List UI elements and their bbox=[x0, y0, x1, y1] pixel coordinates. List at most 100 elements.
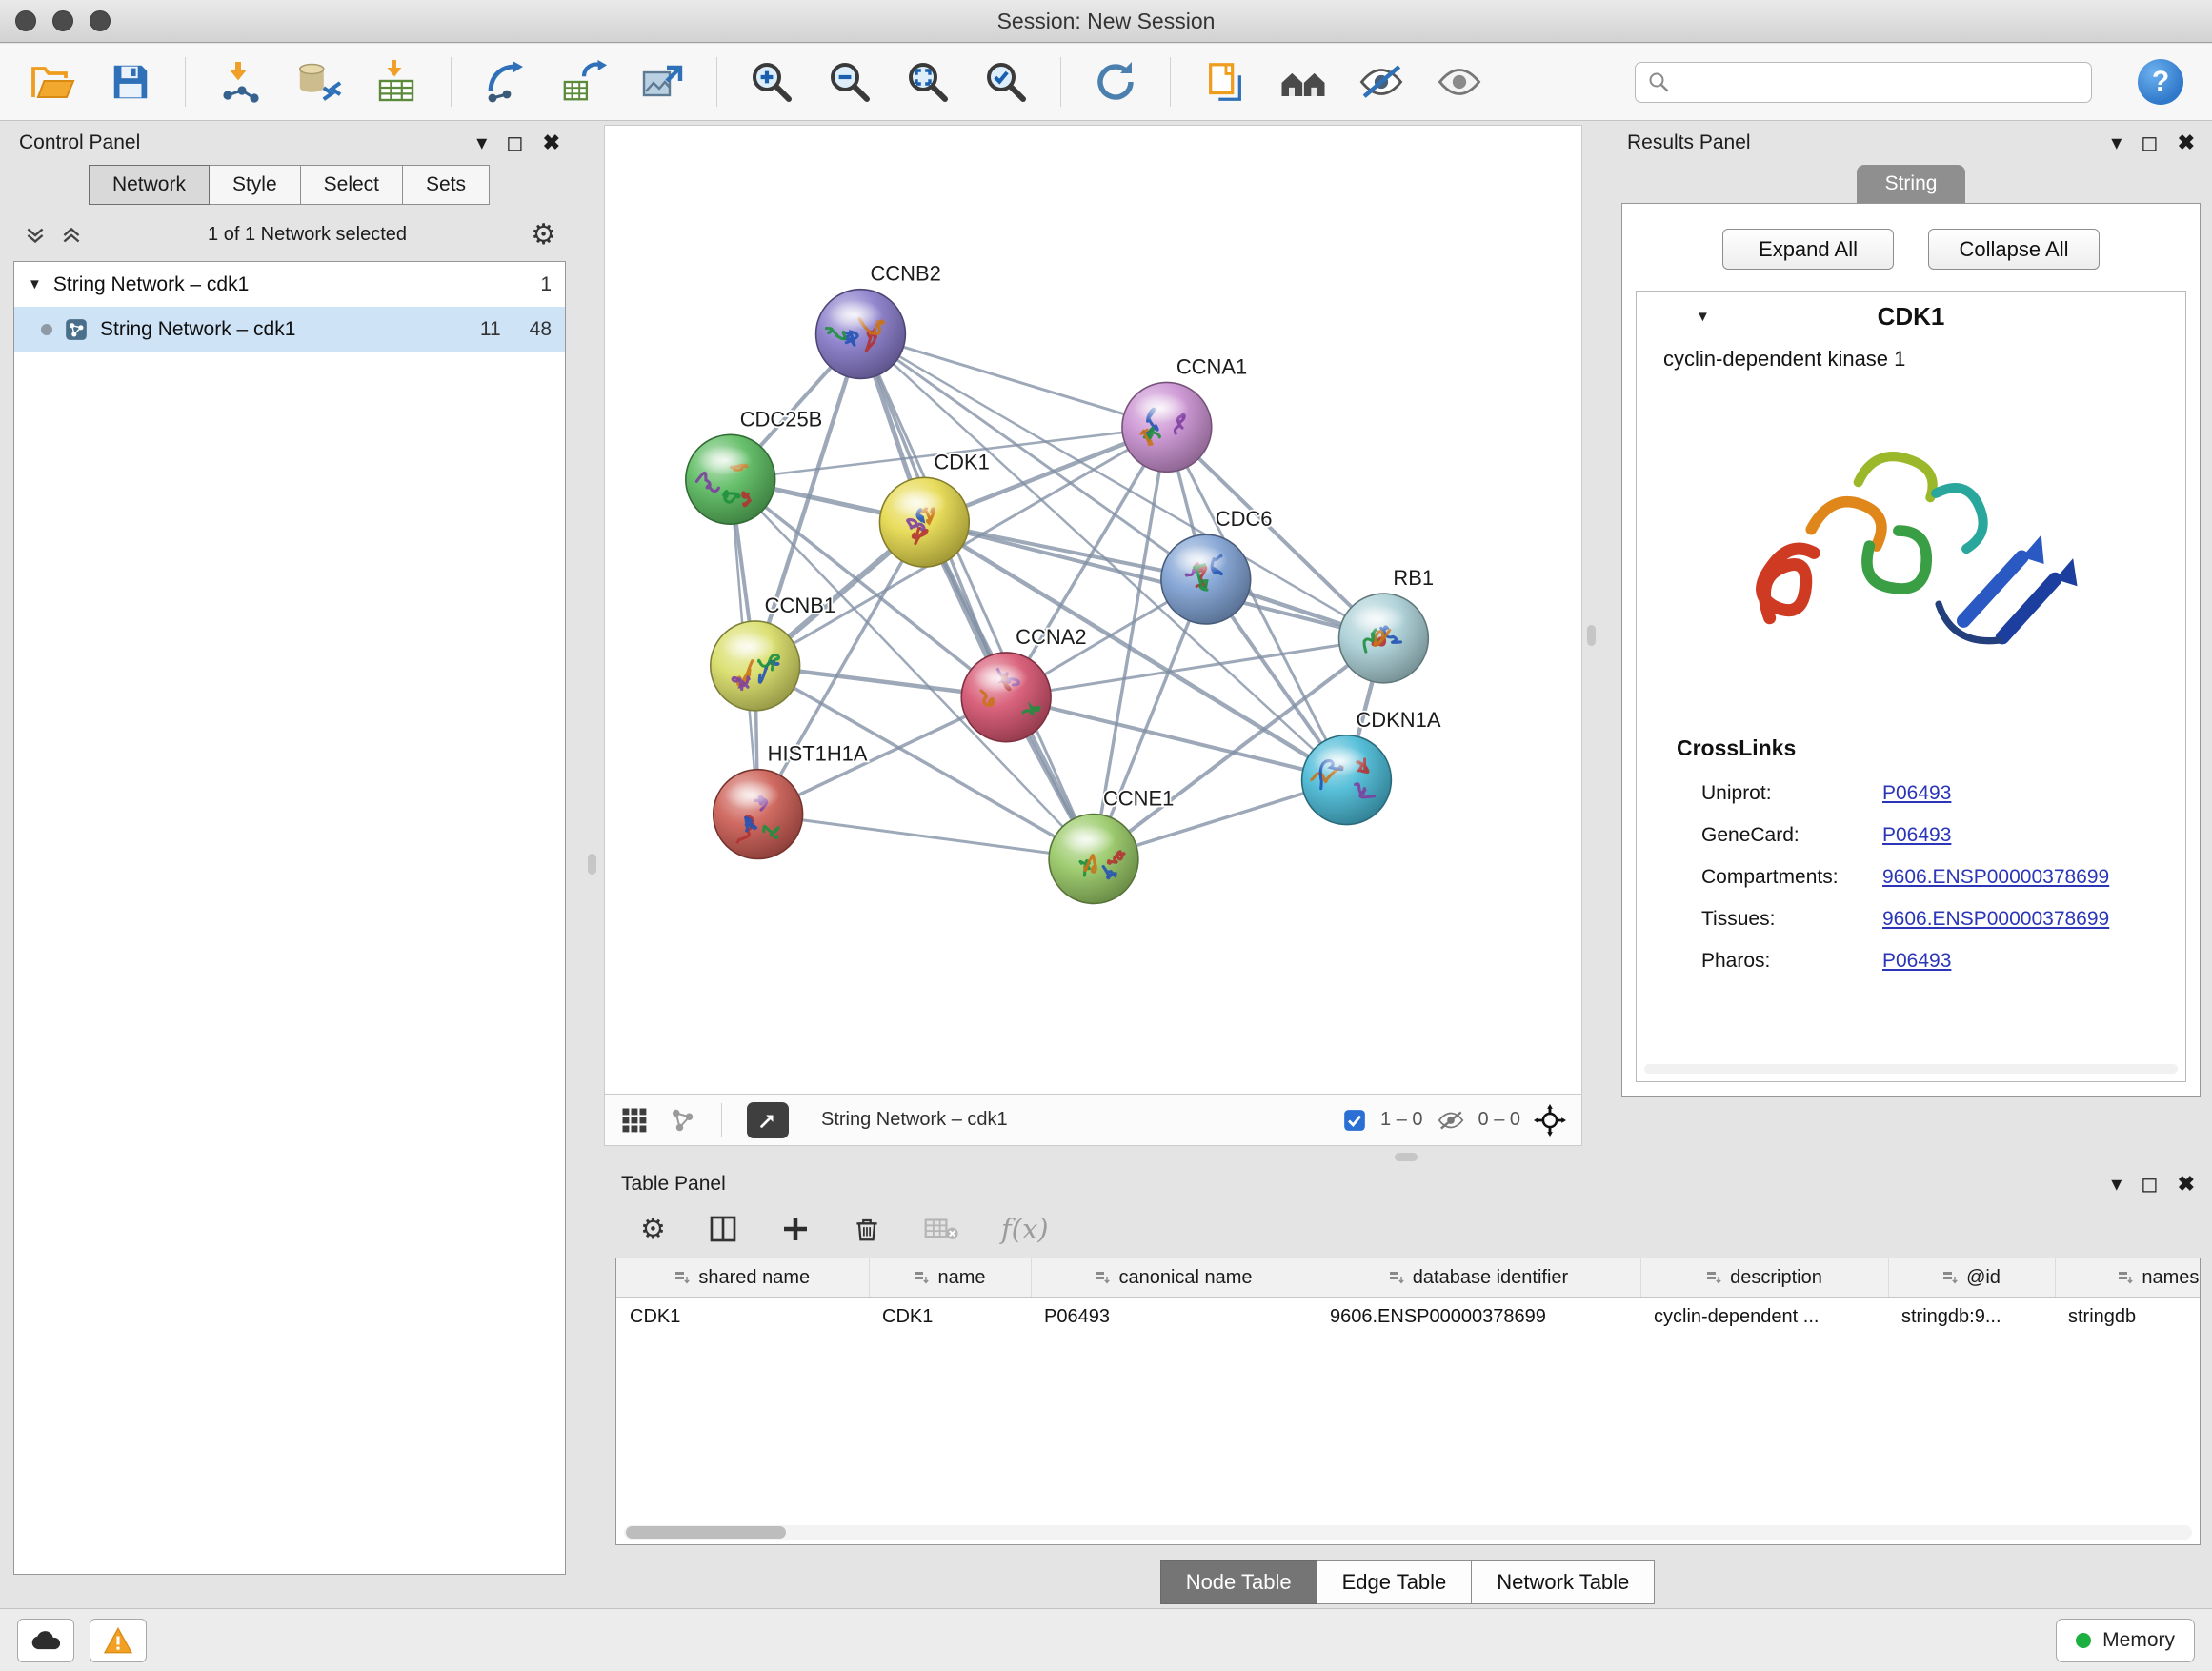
network-node-CDC25B[interactable]: CDC25B bbox=[686, 407, 822, 524]
crosslink-link[interactable]: P06493 bbox=[1882, 950, 1951, 973]
hide-graphics-details-icon[interactable] bbox=[1357, 58, 1405, 106]
copy-document-icon[interactable] bbox=[1201, 58, 1249, 106]
import-network-from-file-icon[interactable] bbox=[216, 58, 264, 106]
panel-close-icon[interactable]: ✖ bbox=[2178, 1174, 2195, 1195]
grid-view-icon[interactable] bbox=[620, 1106, 649, 1135]
node-table[interactable]: shared name name canonical name database… bbox=[615, 1258, 2201, 1545]
tree-expand-icon[interactable]: ▼ bbox=[28, 276, 42, 292]
panel-menu-icon[interactable]: ▾ bbox=[476, 132, 487, 153]
column-header[interactable]: database identifier bbox=[1317, 1258, 1640, 1298]
zoom-in-icon[interactable] bbox=[748, 58, 795, 106]
cell-id[interactable]: stringdb:9... bbox=[1888, 1298, 2055, 1337]
cell-description[interactable]: cyclin-dependent ... bbox=[1640, 1298, 1888, 1337]
close-window-button[interactable] bbox=[15, 10, 36, 31]
panel-float-icon[interactable]: ◻ bbox=[506, 132, 523, 153]
crosslink-link[interactable]: P06493 bbox=[1882, 824, 1951, 847]
tab-network[interactable]: Network bbox=[89, 165, 210, 205]
birds-eye-view-button[interactable] bbox=[747, 1102, 789, 1138]
cell-canonical-name[interactable]: P06493 bbox=[1031, 1298, 1317, 1337]
show-graphics-details-icon[interactable] bbox=[1436, 58, 1483, 106]
hidden-eye-slash-icon[interactable] bbox=[1437, 1108, 1465, 1133]
export-image-icon[interactable] bbox=[638, 58, 686, 106]
splitter-handle-bottom[interactable] bbox=[1395, 1153, 1418, 1161]
collapse-all-icon[interactable] bbox=[23, 223, 48, 248]
tab-node-table[interactable]: Node Table bbox=[1160, 1560, 1317, 1604]
crosslink-link[interactable]: 9606.ENSP00000378699 bbox=[1882, 908, 2109, 931]
toolbar-search[interactable] bbox=[1635, 62, 2092, 103]
network-node-CCNA1[interactable]: CCNA1 bbox=[1122, 354, 1247, 472]
show-columns-icon[interactable] bbox=[708, 1214, 738, 1244]
warnings-button[interactable] bbox=[90, 1619, 147, 1662]
minimize-window-button[interactable] bbox=[52, 10, 73, 31]
network-node-HIST1H1A[interactable]: HIST1H1A bbox=[714, 742, 868, 859]
refresh-icon[interactable] bbox=[1092, 58, 1139, 106]
import-table-from-file-icon[interactable] bbox=[372, 58, 420, 106]
network-view-icon[interactable] bbox=[668, 1106, 696, 1135]
table-settings-gear-icon[interactable]: ⚙ bbox=[640, 1213, 666, 1246]
panel-close-icon[interactable]: ✖ bbox=[543, 132, 560, 153]
network-node-CCNB2[interactable]: CCNB2 bbox=[816, 262, 941, 379]
tab-edge-table[interactable]: Edge Table bbox=[1317, 1560, 1473, 1604]
horizontal-scrollbar[interactable] bbox=[1644, 1064, 2178, 1074]
zoom-out-icon[interactable] bbox=[826, 58, 874, 106]
column-header[interactable]: @id bbox=[1888, 1258, 2055, 1298]
collapse-section-icon[interactable]: ▼ bbox=[1696, 309, 1710, 325]
network-node-RB1[interactable]: RB1 bbox=[1338, 566, 1434, 683]
table-horizontal-scrollbar[interactable] bbox=[624, 1525, 2192, 1540]
gear-icon[interactable]: ⚙ bbox=[531, 218, 556, 252]
search-input[interactable] bbox=[1679, 71, 2080, 93]
clone-network-icon[interactable] bbox=[560, 58, 608, 106]
cell-name[interactable]: CDK1 bbox=[869, 1298, 1031, 1337]
cell-namespace[interactable]: stringdb bbox=[2055, 1298, 2201, 1337]
network-node-CDKN1A[interactable]: CDKN1A bbox=[1302, 708, 1441, 825]
tab-select[interactable]: Select bbox=[300, 165, 403, 205]
network-collection-row[interactable]: ▼ String Network – cdk1 1 bbox=[14, 262, 565, 307]
function-builder-icon[interactable]: f(x) bbox=[1001, 1213, 1049, 1245]
panel-close-icon[interactable]: ✖ bbox=[2178, 132, 2195, 153]
panel-float-icon[interactable]: ◻ bbox=[2141, 132, 2158, 153]
selected-checkbox-icon[interactable] bbox=[1342, 1108, 1367, 1133]
memory-button[interactable]: Memory bbox=[2056, 1619, 2195, 1662]
tab-style[interactable]: Style bbox=[209, 165, 301, 205]
tab-network-table[interactable]: Network Table bbox=[1471, 1560, 1655, 1604]
scrollbar-thumb[interactable] bbox=[626, 1526, 786, 1539]
collapse-all-button[interactable]: Collapse All bbox=[1928, 229, 2100, 270]
add-column-icon[interactable] bbox=[780, 1214, 811, 1244]
cloud-status-button[interactable] bbox=[17, 1619, 74, 1662]
network-from-selection-icon[interactable] bbox=[482, 58, 530, 106]
table-row[interactable]: CDK1 CDK1 P06493 9606.ENSP00000378699 cy… bbox=[616, 1298, 2201, 1337]
cell-database-identifier[interactable]: 9606.ENSP00000378699 bbox=[1317, 1298, 1640, 1337]
column-header[interactable]: namespac bbox=[2055, 1258, 2201, 1298]
import-network-from-database-icon[interactable] bbox=[294, 58, 342, 106]
column-header[interactable]: shared name bbox=[616, 1258, 869, 1298]
help-icon[interactable]: ? bbox=[2138, 59, 2183, 105]
column-header[interactable]: description bbox=[1640, 1258, 1888, 1298]
tab-string[interactable]: String bbox=[1857, 165, 1965, 203]
zoom-selected-icon[interactable] bbox=[982, 58, 1030, 106]
zoom-fit-icon[interactable] bbox=[904, 58, 952, 106]
crosslink-link[interactable]: P06493 bbox=[1882, 782, 1951, 805]
network-node-CCNB1[interactable]: CCNB1 bbox=[711, 594, 835, 711]
string-network-graph[interactable]: CCNB2CCNA1CDC25BCDK1CDC6RB1CCNB1CCNA2CDK… bbox=[605, 126, 1581, 1094]
network-canvas[interactable]: CCNB2CCNA1CDC25BCDK1CDC6RB1CCNB1CCNA2CDK… bbox=[604, 125, 1582, 1095]
expand-all-icon[interactable] bbox=[59, 223, 84, 248]
column-header[interactable]: name bbox=[869, 1258, 1031, 1298]
network-row[interactable]: String Network – cdk1 11 48 bbox=[14, 307, 565, 352]
maximize-window-button[interactable] bbox=[90, 10, 111, 31]
expand-all-button[interactable]: Expand All bbox=[1722, 229, 1894, 270]
crosslink-link[interactable]: 9606.ENSP00000378699 bbox=[1882, 866, 2109, 889]
network-node-CDK1[interactable]: CDK1 bbox=[879, 450, 989, 567]
panel-menu-icon[interactable]: ▾ bbox=[2111, 1174, 2122, 1195]
delete-column-trash-icon[interactable] bbox=[853, 1214, 881, 1244]
splitter-handle-right[interactable] bbox=[1587, 625, 1596, 646]
save-session-icon[interactable] bbox=[107, 58, 154, 106]
open-session-icon[interactable] bbox=[29, 58, 76, 106]
birds-eye-houses-icon[interactable] bbox=[1279, 58, 1327, 106]
splitter-handle-left[interactable] bbox=[588, 854, 596, 875]
cell-shared-name[interactable]: CDK1 bbox=[616, 1298, 869, 1337]
panel-menu-icon[interactable]: ▾ bbox=[2111, 132, 2122, 153]
column-header[interactable]: canonical name bbox=[1031, 1258, 1317, 1298]
panel-float-icon[interactable]: ◻ bbox=[2141, 1174, 2158, 1195]
tab-sets[interactable]: Sets bbox=[402, 165, 490, 205]
center-crosshair-icon[interactable] bbox=[1534, 1104, 1566, 1137]
